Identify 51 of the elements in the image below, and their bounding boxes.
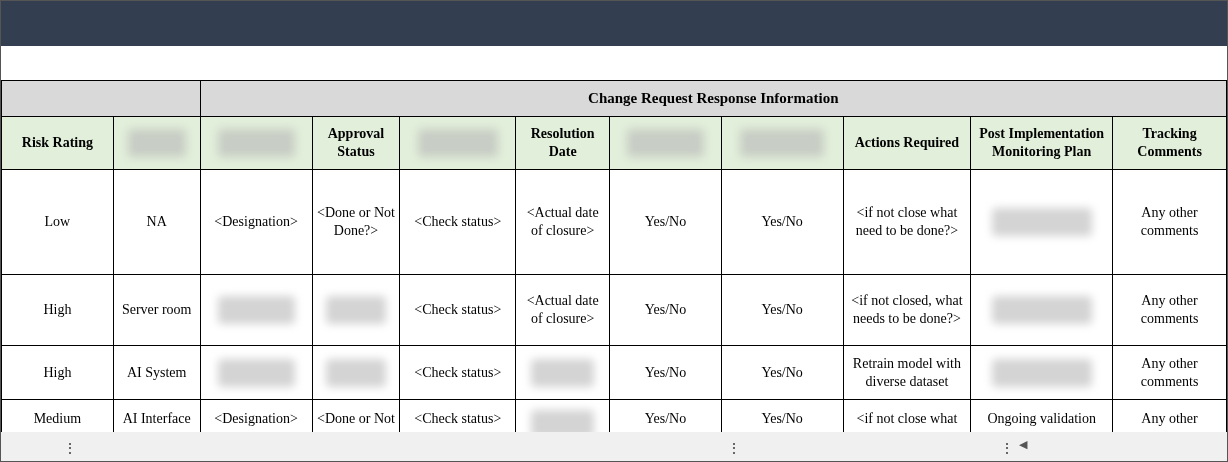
group-header: Change Request Response Information	[200, 80, 1227, 117]
cell-text: Medium	[33, 411, 82, 426]
cell-text: Yes/No	[761, 411, 803, 426]
cell-text: Yes/No	[761, 364, 803, 380]
cell-text: Retrain model with diverse dataset	[852, 355, 961, 389]
cell-text: Yes/No	[644, 214, 687, 229]
cell-text: <if not close what	[856, 411, 958, 426]
cell-text: <Check status>	[414, 302, 502, 317]
cell-text: Server room	[121, 302, 192, 317]
cell-text: <Check status>	[414, 411, 502, 426]
blurred-text	[530, 410, 595, 432]
cell-text: <Done or Not	[317, 411, 395, 426]
cell-text: Yes/No	[644, 302, 687, 317]
column-header: Risk Rating	[21, 135, 93, 150]
cell-text: Low	[44, 214, 71, 229]
cell-text: Any other comments	[1140, 293, 1199, 326]
column-header: Resolution Date	[530, 126, 595, 159]
blurred-text	[326, 296, 386, 324]
cell-text: <Actual date of closure>	[526, 293, 599, 326]
cell-text: Any other	[1141, 411, 1198, 426]
pane-handle[interactable]: ⋮	[63, 438, 77, 459]
cell-text: Any other comments	[1140, 355, 1199, 389]
cell-text: High	[43, 364, 72, 380]
cell-text: <Designation>	[214, 411, 298, 426]
cell-text: Yes/No	[761, 302, 803, 317]
blurred-text	[326, 358, 386, 387]
cell-text: <Designation>	[214, 214, 298, 229]
cell-text: Yes/No	[761, 214, 803, 229]
cell-text: High	[43, 302, 72, 317]
pane-handle[interactable]: ⋮	[727, 438, 741, 459]
cell-text: Any other comments	[1140, 205, 1199, 238]
cell-text: NA	[146, 214, 167, 229]
cell-text: <if not closed, what needs to be done?>	[851, 293, 963, 326]
column-header: Actions Required	[854, 135, 960, 150]
cell-text: <Done or Not Done?>	[317, 205, 395, 238]
cell-text: <if not close what need to be done?>	[855, 205, 959, 238]
column-header: Tracking Comments	[1137, 126, 1202, 159]
column-header: Post Implementation Monitoring Plan	[979, 126, 1105, 159]
cell-text: <Check status>	[414, 214, 502, 229]
cell-text: Yes/No	[644, 411, 687, 426]
pane-handle[interactable]: ⋮	[1000, 438, 1014, 459]
cell-text: <Check status>	[414, 364, 502, 380]
scroll-left-button[interactable]: ◀	[1019, 439, 1027, 450]
blurred-text	[127, 129, 186, 157]
cell-text: Ongoing validation	[987, 411, 1096, 426]
cell-text: <Actual date of closure>	[526, 205, 599, 238]
cell-text: Yes/No	[644, 364, 687, 380]
cell-text: AI System	[126, 364, 187, 380]
blurred-text	[530, 358, 595, 387]
cell-text: AI Interface	[122, 411, 191, 426]
column-header: Approval Status	[327, 126, 385, 159]
